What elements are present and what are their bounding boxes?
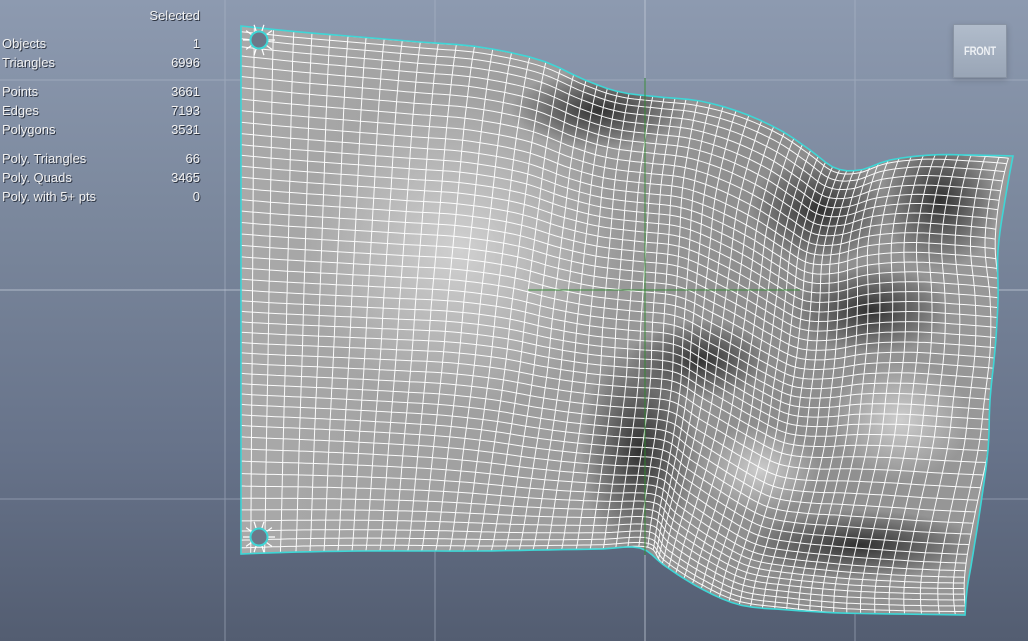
hud-row-triangles: Triangles 6996: [2, 53, 200, 72]
hud-label: Poly. Triangles: [2, 151, 87, 166]
hud-value: 0: [192, 189, 200, 204]
hud-row-poly-5plus: Poly. with 5+ pts 0: [2, 187, 200, 206]
hud-row-poly-triangles: Poly. Triangles 66: [2, 149, 200, 168]
hud-label: Poly. Quads: [2, 170, 72, 185]
hud-group-objects: Objects 1 Triangles 6996: [2, 34, 200, 72]
hud-label: Polygons: [2, 122, 56, 137]
hud-value: 3661: [171, 84, 200, 99]
cloth-mesh[interactable]: [240, 24, 1014, 620]
hud-label: Objects: [2, 36, 47, 51]
hud-label: Triangles: [2, 55, 55, 70]
hud-row-edges: Edges 7193: [2, 101, 200, 120]
hud-value: 6996: [171, 55, 200, 70]
view-cube-label: FRONT: [964, 44, 996, 58]
hud-header: Selected: [149, 8, 200, 23]
hud-value: 3465: [171, 170, 200, 185]
hud-row-points: Points 3661: [2, 82, 200, 101]
hud-group-components: Points 3661 Edges 7193 Polygons 3531: [2, 82, 200, 139]
hud-value: 7193: [171, 103, 200, 118]
hud-value: 66: [185, 151, 200, 166]
hud-row-polygons: Polygons 3531: [2, 120, 200, 139]
heads-up-display: Selected Objects 1 Triangles 6996 Points…: [2, 6, 200, 206]
hud-value: 3531: [171, 122, 200, 137]
hud-value: 1: [192, 36, 200, 51]
hud-label: Edges: [2, 103, 39, 118]
hud-group-polys: Poly. Triangles 66 Poly. Quads 3465 Poly…: [2, 149, 200, 206]
hud-row-poly-quads: Poly. Quads 3465: [2, 168, 200, 187]
hud-label: Points: [2, 84, 39, 99]
hud-row-objects: Objects 1: [2, 34, 200, 53]
view-cube[interactable]: FRONT: [953, 24, 1007, 78]
hud-label: Poly. with 5+ pts: [2, 189, 97, 204]
